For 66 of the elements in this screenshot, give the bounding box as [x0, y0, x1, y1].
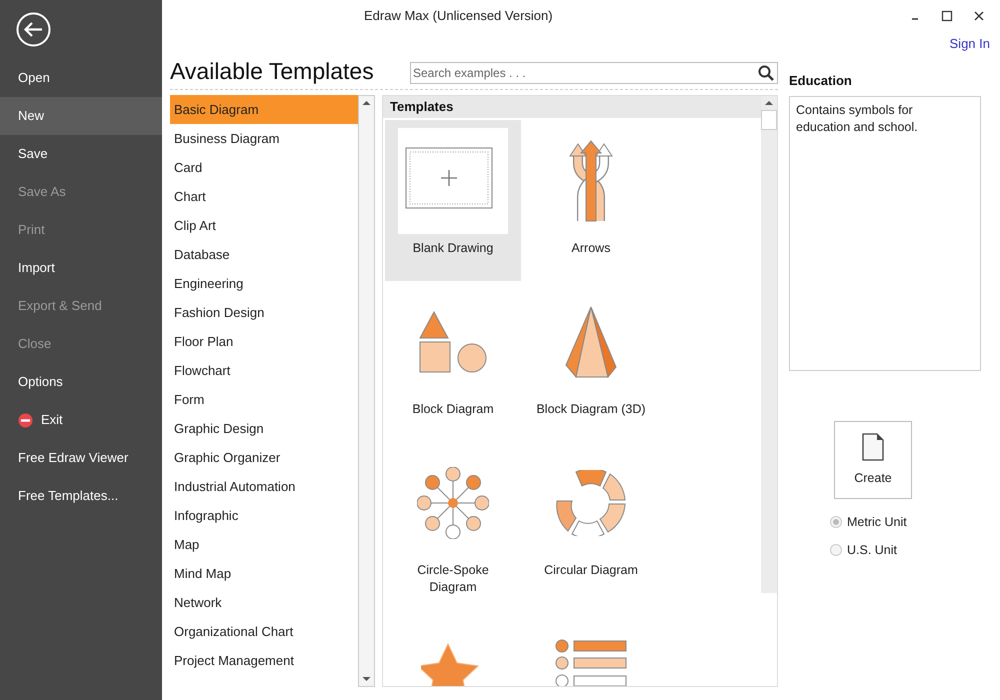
section-header: Templates: [383, 96, 761, 118]
template-label: Arrows: [570, 240, 612, 257]
category-item[interactable]: Map: [170, 530, 358, 559]
category-item[interactable]: Database: [170, 240, 358, 269]
category-item[interactable]: Project Management: [170, 646, 358, 675]
category-item[interactable]: Industrial Automation: [170, 472, 358, 501]
category-item[interactable]: Fashion Design: [170, 298, 358, 327]
menu-item[interactable]: Free Edraw Viewer: [0, 439, 162, 477]
category-item[interactable]: Flowchart: [170, 356, 358, 385]
search-icon[interactable]: [757, 64, 775, 82]
template-tile[interactable]: Arrows: [523, 120, 659, 281]
template-label: Circular Diagram: [543, 562, 639, 579]
no-entry-icon: [18, 412, 33, 428]
hub-and-spoke-icon: [417, 467, 489, 539]
menu-item[interactable]: Save: [0, 135, 162, 173]
menu-item[interactable]: Free Templates...: [0, 477, 162, 515]
menu-item[interactable]: Exit: [41, 410, 63, 430]
window-title: Edraw Max (Unlicensed Version): [364, 7, 553, 26]
category-item[interactable]: Organizational Chart: [170, 617, 358, 646]
shapes-icon: [419, 311, 487, 373]
category-item[interactable]: Mind Map: [170, 559, 358, 588]
category-item[interactable]: Card: [170, 153, 358, 182]
sign-in-link[interactable]: Sign In: [950, 34, 990, 54]
category-item[interactable]: Clip Art: [170, 211, 358, 240]
scroll-thumb[interactable]: [761, 110, 777, 130]
details-title: Education: [789, 72, 853, 90]
category-item[interactable]: Floor Plan: [170, 327, 358, 356]
ring-segments-icon: [556, 470, 626, 536]
description-text: Contains symbols for education and school.: [796, 102, 919, 136]
category-item[interactable]: Basic Diagram: [170, 95, 358, 124]
document-icon: [862, 432, 884, 461]
blank-page-icon: [398, 128, 508, 234]
category-item[interactable]: Business Diagram: [170, 124, 358, 153]
pyramid-icon: [565, 306, 617, 378]
arrows-icon: [568, 140, 614, 222]
menu-item[interactable]: Open: [0, 59, 162, 97]
template-tile[interactable]: Blank Drawing: [385, 120, 521, 281]
radio-button[interactable]: [830, 516, 842, 528]
menu-item[interactable]: Options: [0, 363, 162, 401]
create-button[interactable]: Create: [834, 421, 912, 499]
scrollbar[interactable]: [358, 95, 375, 687]
radio-option[interactable]: U.S. Unit: [830, 540, 1000, 560]
template-tile[interactable]: Circular Diagram: [523, 442, 659, 603]
scrollbar[interactable]: [761, 96, 777, 593]
template-label: Blank Drawing: [412, 240, 494, 257]
category-item[interactable]: Infographic: [170, 501, 358, 530]
maximize-icon[interactable]: [940, 9, 954, 23]
category-item[interactable]: Graphic Design: [170, 414, 358, 443]
menu-item[interactable]: Import: [0, 249, 162, 287]
menu-item[interactable]: New: [0, 97, 162, 135]
category-item[interactable]: Graphic Organizer: [170, 443, 358, 472]
bullet-list-icon: [555, 639, 627, 686]
radio-option[interactable]: Metric Unit: [830, 513, 1000, 532]
template-tile[interactable]: Block Diagram: [385, 281, 521, 442]
template-label: Block Diagram (3D): [536, 401, 646, 418]
template-tile[interactable]: Block Diagram (3D): [523, 281, 659, 442]
category-item[interactable]: Engineering: [170, 269, 358, 298]
category-item[interactable]: Form: [170, 385, 358, 414]
category-item[interactable]: Chart: [170, 182, 358, 211]
radio-button[interactable]: [830, 544, 842, 556]
page-heading: Available Templates: [170, 58, 374, 84]
close-icon[interactable]: [972, 9, 986, 23]
template-tile[interactable]: Circle-Spoke Diagram: [385, 442, 521, 603]
category-item[interactable]: Network: [170, 588, 358, 617]
template-label: Circle-Spoke Diagram: [416, 562, 490, 596]
template-label: Block Diagram: [411, 401, 495, 418]
